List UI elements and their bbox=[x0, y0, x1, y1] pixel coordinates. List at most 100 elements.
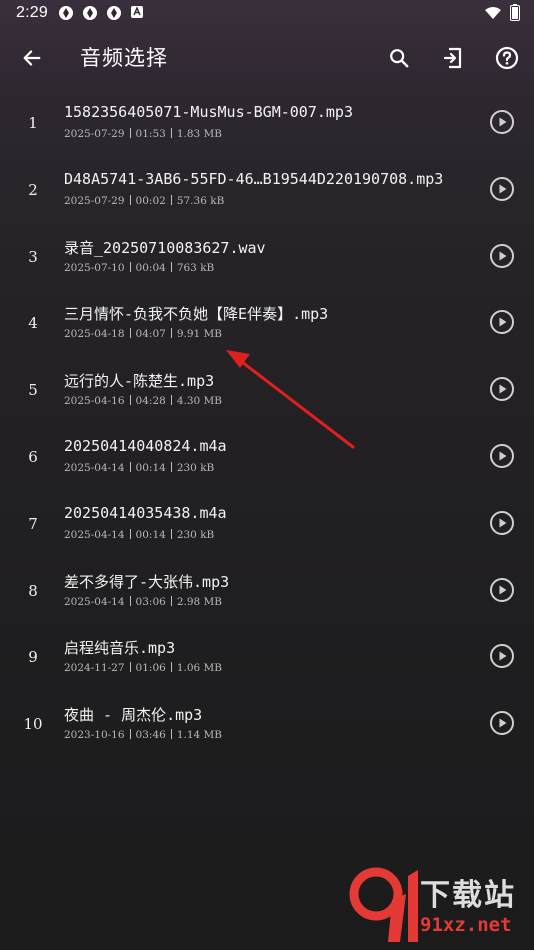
meta-divider bbox=[170, 328, 172, 339]
toolbar-actions bbox=[372, 38, 534, 78]
app-notification-icon bbox=[83, 6, 97, 20]
file-name: 20250414035438.m4a bbox=[64, 503, 227, 522]
play-button[interactable] bbox=[488, 308, 516, 336]
file-duration: 03:46 bbox=[135, 729, 166, 742]
file-size: 1.83 MB bbox=[176, 128, 222, 140]
watermark-domain: 91xz.net bbox=[420, 914, 512, 936]
meta-divider bbox=[129, 395, 131, 406]
meta-divider bbox=[129, 194, 131, 205]
file-meta: 2025-07-29 01:53 1.83 MB bbox=[64, 128, 222, 140]
list-item[interactable]: 9 启程纯音乐.mp3 2024-11-27 01:06 1.06 MB bbox=[0, 622, 534, 689]
file-size: 9.91 MB bbox=[176, 328, 222, 341]
page-title: 音频选择 bbox=[80, 46, 168, 70]
file-meta: 2024-11-27 01:06 1.06 MB bbox=[64, 662, 222, 674]
item-index: 8 bbox=[28, 581, 38, 600]
list-item[interactable]: 10 夜曲 - 周杰伦.mp3 2023-10-16 03:46 1.14 MB bbox=[0, 689, 534, 756]
file-name: 夜曲 - 周杰伦.mp3 bbox=[64, 706, 203, 725]
meta-divider bbox=[170, 528, 172, 539]
arrow-left-icon bbox=[23, 50, 41, 66]
app-bar: 音频选择 bbox=[0, 28, 534, 88]
item-index: 9 bbox=[28, 648, 38, 667]
status-bar: 2:29 bbox=[0, 0, 534, 28]
file-name: 启程纯音乐.mp3 bbox=[64, 639, 176, 658]
meta-divider bbox=[170, 395, 172, 406]
audio-file-list: 1 1582356405071-MusMus-BGM-007.mp3 2025-… bbox=[0, 88, 534, 756]
list-item[interactable]: 4 三月情怀-负我不负她【降E伴奏】.mp3 2025-04-18 04:07 9.… bbox=[0, 288, 534, 355]
play-button[interactable] bbox=[488, 642, 516, 670]
play-circle-icon bbox=[490, 310, 514, 335]
file-size: 1.06 MB bbox=[176, 662, 222, 675]
file-date: 2024-11-27 bbox=[64, 662, 125, 675]
list-item[interactable]: 5 远行的人-陈楚生.mp3 2025-04-16 04:28 4.30 MB bbox=[0, 355, 534, 422]
play-button[interactable] bbox=[488, 709, 516, 737]
list-item[interactable]: 3 录音_20250710083627.wav 2025-07-10 00:04 7… bbox=[0, 222, 534, 289]
file-date: 2025-07-29 bbox=[64, 194, 125, 207]
file-size: 763 kB bbox=[176, 261, 215, 274]
file-duration: 04:28 bbox=[135, 395, 166, 408]
meta-divider bbox=[170, 662, 172, 673]
play-circle-icon bbox=[490, 176, 514, 201]
item-index: 4 bbox=[28, 314, 38, 333]
watermark-title: 下载站 bbox=[420, 878, 516, 913]
file-duration: 03:06 bbox=[135, 595, 166, 608]
file-size: 4.30 MB bbox=[176, 395, 222, 408]
file-meta: 2025-04-16 04:28 4.30 MB bbox=[64, 395, 222, 407]
list-item[interactable]: 8 差不多得了-大张伟.mp3 2025-04-14 03:06 2.98 MB bbox=[0, 556, 534, 623]
file-size: 230 kB bbox=[176, 528, 215, 541]
file-size: 1.14 MB bbox=[176, 729, 222, 742]
back-button[interactable] bbox=[12, 38, 52, 78]
play-button[interactable] bbox=[488, 175, 516, 203]
file-date: 2025-04-14 bbox=[64, 595, 125, 608]
play-button[interactable] bbox=[488, 442, 516, 470]
list-item[interactable]: 2 D48A5741-3AB6-55FD-46…B19544D220190708… bbox=[0, 155, 534, 222]
search-icon bbox=[390, 49, 409, 68]
file-duration: 00:14 bbox=[135, 461, 166, 474]
help-button[interactable] bbox=[480, 38, 534, 78]
meta-divider bbox=[129, 528, 131, 539]
file-name: 1582356405071-MusMus-BGM-007.mp3 bbox=[64, 103, 353, 121]
file-size: 2.98 MB bbox=[176, 595, 222, 608]
file-duration: 00:14 bbox=[135, 528, 166, 541]
play-button[interactable] bbox=[488, 509, 516, 537]
notification-icons bbox=[58, 5, 144, 21]
play-circle-icon bbox=[490, 443, 514, 468]
play-circle-icon bbox=[490, 377, 514, 402]
file-name: 三月情怀-负我不负她【降E伴奏】.mp3 bbox=[64, 305, 329, 324]
file-meta: 2025-04-18 04:07 9.91 MB bbox=[64, 328, 222, 340]
meta-divider bbox=[170, 128, 172, 138]
meta-divider bbox=[129, 595, 131, 606]
file-meta: 2025-04-14 03:06 2.98 MB bbox=[64, 595, 222, 608]
file-name: 录音_20250710083627.wav bbox=[64, 238, 266, 257]
play-circle-icon bbox=[490, 510, 514, 535]
play-button[interactable] bbox=[488, 108, 516, 136]
meta-divider bbox=[170, 729, 172, 740]
play-button[interactable] bbox=[488, 242, 516, 270]
file-name: 差不多得了-大张伟.mp3 bbox=[64, 572, 230, 591]
file-duration: 01:06 bbox=[135, 662, 166, 675]
status-time: 2:29 bbox=[16, 4, 48, 21]
meta-divider bbox=[129, 328, 131, 339]
meta-divider bbox=[129, 461, 131, 472]
system-status bbox=[484, 4, 520, 21]
app-notification-icon bbox=[107, 6, 121, 20]
file-date: 2025-04-14 bbox=[64, 528, 125, 541]
help-circle-icon bbox=[495, 46, 519, 70]
file-date: 2025-07-29 bbox=[64, 128, 125, 140]
list-item[interactable]: 6 20250414040824.m4a 2025-04-14 00:14 230 … bbox=[0, 422, 534, 489]
search-button[interactable] bbox=[372, 38, 426, 78]
item-index: 10 bbox=[23, 715, 43, 734]
watermark-logo: 下载站 91xz.net bbox=[348, 864, 528, 946]
item-index: 7 bbox=[28, 514, 38, 533]
play-button[interactable] bbox=[488, 576, 516, 604]
item-index: 5 bbox=[28, 381, 38, 400]
text-notification-icon bbox=[131, 6, 143, 18]
file-duration: 01:53 bbox=[135, 128, 166, 140]
list-item[interactable]: 7 20250414035438.m4a 2025-04-14 00:14 230 … bbox=[0, 489, 534, 556]
play-button[interactable] bbox=[488, 375, 516, 403]
import-file-button[interactable] bbox=[426, 38, 480, 78]
play-circle-icon bbox=[490, 243, 514, 268]
file-name: D48A5741-3AB6-55FD-46…B19544D220190708.m… bbox=[64, 169, 444, 188]
meta-divider bbox=[129, 729, 131, 740]
list-item[interactable]: 1 1582356405071-MusMus-BGM-007.mp3 2025-… bbox=[0, 88, 534, 155]
file-meta: 2025-07-29 00:02 57.36 kB bbox=[64, 194, 224, 207]
